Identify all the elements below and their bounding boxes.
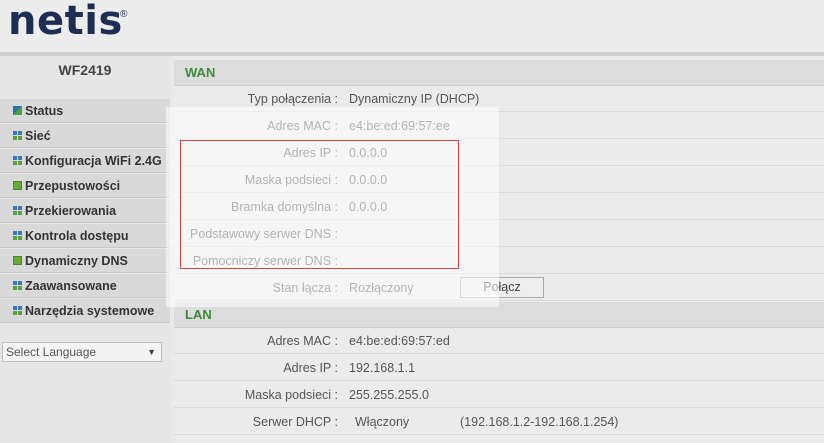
sidebar-item-bandwidth[interactable]: Przepustowości: [0, 174, 170, 198]
row-value: 0.0.0.0: [349, 173, 388, 187]
sidebar-item-label: Zaawansowane: [25, 278, 117, 293]
dhcp-range: (192.168.1.2-192.168.1.254): [460, 415, 619, 429]
row-label: Serwer DHCP :: [252, 415, 338, 429]
model-name: WF2419: [58, 62, 112, 78]
wan-row-mac: Adres MAC : e4:be:ed:69:57:ee: [174, 113, 824, 139]
wan-row-primary-dns: Podstawowy serwer DNS :: [174, 221, 824, 247]
row-label: Podstawowy serwer DNS :: [190, 227, 338, 241]
link-status-value: Rozłączony: [349, 281, 414, 295]
wifi-config-icon: [13, 156, 22, 165]
language-select-value: Select Language: [6, 345, 97, 359]
ddns-icon: [13, 256, 22, 265]
sidebar-menu: Status Sieć Konfiguracja WiFi 2.4G Przep…: [0, 99, 170, 324]
lan-row-dhcp: Serwer DHCP : Włączony (192.168.1.2-192.…: [174, 409, 824, 435]
sidebar-item-label: Przekierowania: [25, 203, 117, 218]
row-value: 0.0.0.0: [349, 146, 388, 160]
row-value: 192.168.1.1: [349, 361, 416, 375]
row-value: 255.255.255.0: [349, 388, 429, 402]
sidebar-item-network[interactable]: Sieć: [0, 124, 170, 148]
sidebar-item-advanced[interactable]: Zaawansowane: [0, 274, 170, 298]
forwarding-icon: [13, 206, 22, 215]
header: netis ®: [0, 0, 824, 52]
lan-row-ip: Adres IP : 192.168.1.1: [174, 355, 824, 381]
row-label: Adres MAC :: [267, 334, 338, 348]
wan-row-gateway: Bramka domyślna : 0.0.0.0: [174, 194, 824, 220]
wan-row-subnet: Maska podsieci : 0.0.0.0: [174, 167, 824, 193]
dhcp-status-value: Włączony: [355, 415, 410, 429]
sidebar-item-ddns[interactable]: Dynamiczny DNS: [0, 249, 170, 273]
sidebar-item-forwarding[interactable]: Przekierowania: [0, 199, 170, 223]
status-icon: [13, 106, 22, 115]
row-label: Stan łącza :: [272, 281, 338, 295]
sidebar-item-label: Narzędzia systemowe: [25, 303, 155, 318]
language-select[interactable]: Select Language ▼: [2, 342, 162, 362]
sidebar-item-label: Sieć: [25, 128, 51, 143]
wan-row-secondary-dns: Pomocniczy serwer DNS :: [174, 248, 824, 274]
sidebar-item-label: Kontrola dostępu: [25, 228, 129, 243]
system-tools-icon: [13, 306, 22, 315]
sidebar-item-label: Dynamiczny DNS: [25, 253, 128, 268]
lan-section-title: LAN: [174, 302, 824, 328]
row-label: Bramka domyślna :: [231, 200, 338, 214]
row-label: Maska podsieci :: [244, 388, 338, 402]
registered-mark: ®: [120, 9, 128, 20]
lan-row-mac: Adres MAC : e4:be:ed:69:57:ed: [174, 328, 824, 354]
network-icon: [13, 131, 22, 140]
row-label: Pomocniczy serwer DNS :: [192, 254, 338, 268]
row-label: Maska podsieci :: [244, 173, 338, 187]
sidebar-item-wifi-config[interactable]: Konfiguracja WiFi 2.4G: [0, 149, 170, 173]
netis-logo[interactable]: netis: [8, 0, 123, 44]
dropdown-arrow-icon: ▼: [147, 347, 156, 357]
row-value: e4:be:ed:69:57:ed: [349, 334, 450, 348]
row-value: Dynamiczny IP (DHCP): [349, 92, 480, 106]
row-label: Adres IP :: [283, 361, 338, 375]
lan-row-subnet: Maska podsieci : 255.255.255.0: [174, 382, 824, 408]
sidebar-item-label: Przepustowości: [25, 178, 121, 193]
row-value: e4:be:ed:69:57:ee: [349, 119, 450, 133]
row-value: 0.0.0.0: [349, 200, 388, 214]
sidebar-item-status[interactable]: Status: [0, 99, 170, 123]
sidebar-item-label: Status: [25, 103, 64, 118]
row-label: Adres MAC :: [267, 119, 338, 133]
wan-row-link-status: Stan łącza : Rozłączony Połącz: [174, 275, 824, 301]
sidebar-item-system-tools[interactable]: Narzędzia systemowe: [0, 299, 170, 323]
connect-button[interactable]: Połącz: [460, 277, 544, 298]
access-control-icon: [13, 231, 22, 240]
sidebar-item-label: Konfiguracja WiFi 2.4G: [25, 153, 162, 168]
sidebar-item-access-control[interactable]: Kontrola dostępu: [0, 224, 170, 248]
wan-section-title: WAN: [174, 60, 824, 86]
row-label: Typ połączenia :: [247, 92, 338, 106]
wan-row-ip: Adres IP : 0.0.0.0: [174, 140, 824, 166]
advanced-icon: [13, 281, 22, 290]
bandwidth-icon: [13, 181, 22, 190]
wan-row-connection-type: Typ połączenia : Dynamiczny IP (DHCP): [174, 86, 824, 112]
row-label: Adres IP :: [283, 146, 338, 160]
